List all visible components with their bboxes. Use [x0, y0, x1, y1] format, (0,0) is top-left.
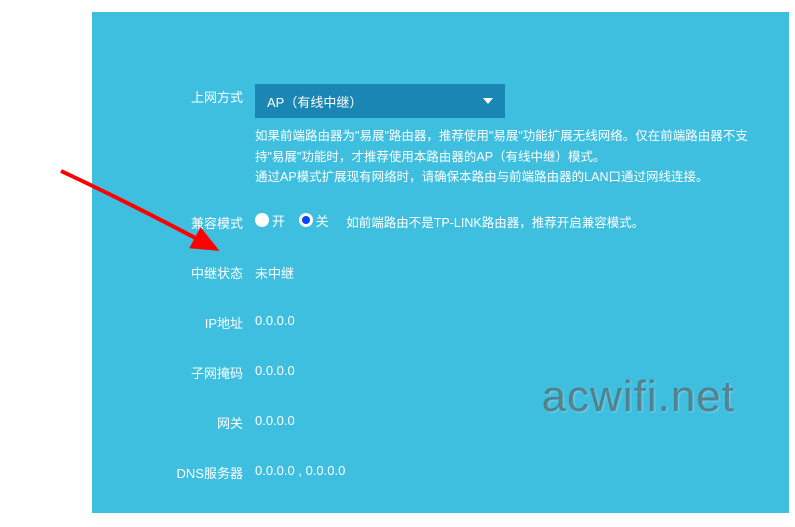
- compat-mode-off-text: 关: [316, 211, 329, 230]
- connection-mode-value: AP（有线中继）: [267, 92, 362, 111]
- compat-mode-off-radio[interactable]: 关: [299, 211, 329, 230]
- subnet-mask-label: 子网掩码: [92, 360, 255, 382]
- relay-status-value: 未中继: [255, 260, 789, 282]
- relay-status-label: 中继状态: [92, 260, 255, 282]
- connection-mode-description: 如果前端路由器为"易展"路由器，推荐使用"易展"功能扩展无线网络。仅在前端路由器…: [255, 126, 754, 188]
- ip-address-label: IP地址: [92, 310, 255, 332]
- dns-server-label: DNS服务器: [92, 460, 255, 482]
- gateway-value: 0.0.0.0: [255, 410, 789, 432]
- chevron-down-icon: [483, 98, 493, 104]
- subnet-mask-value: 0.0.0.0: [255, 360, 789, 382]
- connection-mode-select[interactable]: AP（有线中继）: [255, 84, 505, 118]
- compat-mode-label: 兼容模式: [92, 210, 255, 232]
- radio-icon: [299, 213, 313, 227]
- ip-address-value: 0.0.0.0: [255, 310, 789, 332]
- radio-icon: [255, 213, 269, 227]
- compat-mode-hint: 如前端路由不是TP-LINK路由器，推荐开启兼容模式。: [346, 216, 644, 230]
- dns-server-value: 0.0.0.0 , 0.0.0.0: [255, 460, 789, 482]
- gateway-label: 网关: [92, 410, 255, 432]
- compat-mode-on-radio[interactable]: 开: [255, 211, 285, 230]
- connection-mode-label: 上网方式: [92, 84, 255, 118]
- compat-mode-on-text: 开: [272, 211, 285, 230]
- settings-panel: 上网方式 AP（有线中继） 如果前端路由器为"易展"路由器，推荐使用"易展"功能…: [92, 12, 789, 513]
